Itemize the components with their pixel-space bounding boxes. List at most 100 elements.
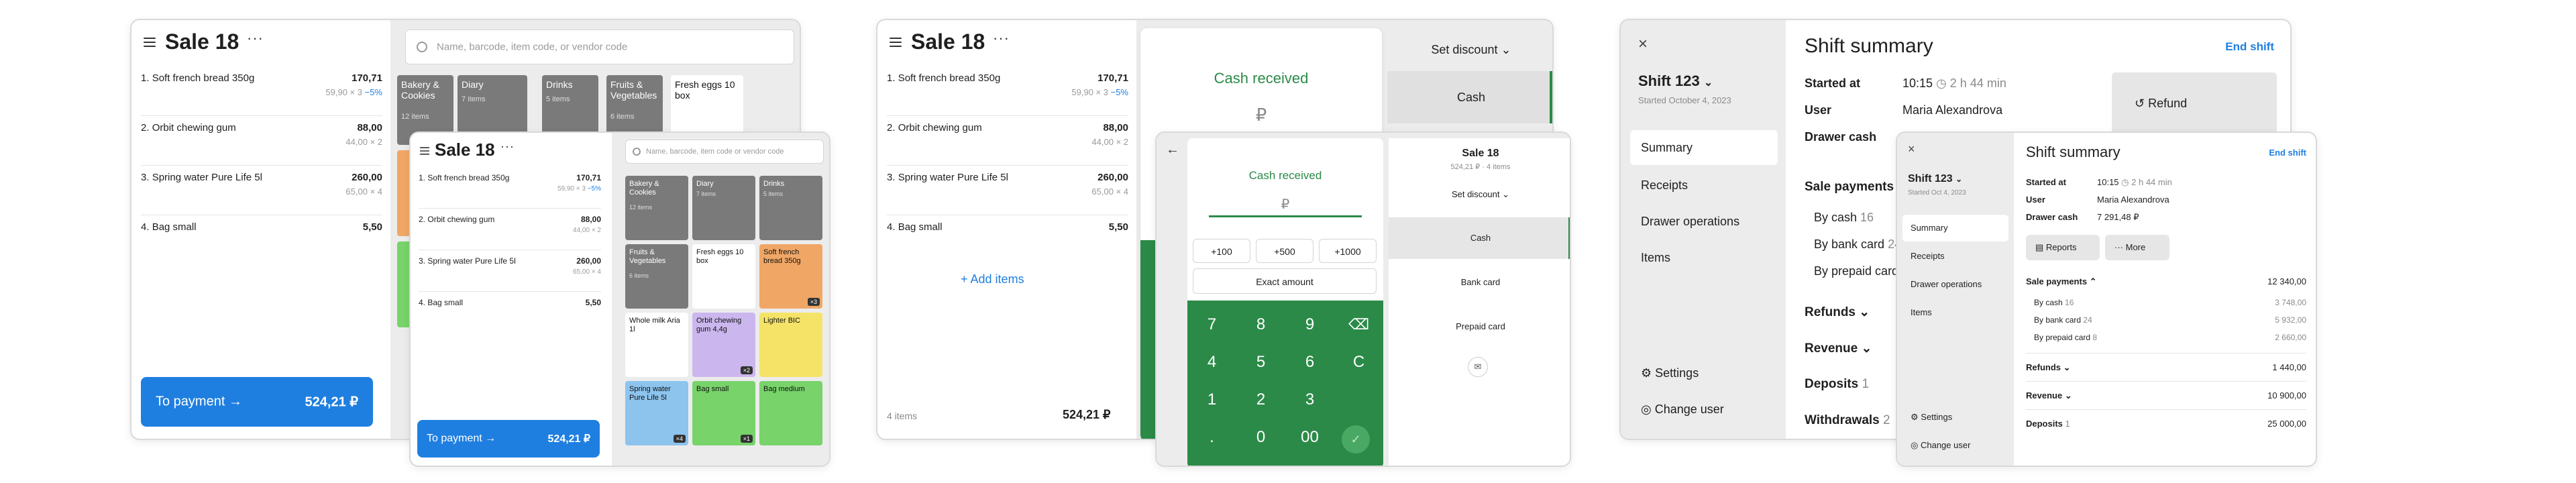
set-discount-button[interactable]: Set discount ⌄	[1387, 31, 1552, 68]
sale-line[interactable]: 1. Soft french bread 350g 170,71 59,90 ×…	[141, 72, 382, 113]
menu-icon[interactable]	[144, 38, 156, 47]
catalog-panel: Name, barcode, item code or vendor code …	[612, 133, 829, 466]
nav-items[interactable]: Items	[1911, 307, 1932, 317]
method-bank-card[interactable]: Bank card	[1389, 262, 1570, 303]
quick-add-100[interactable]: +100	[1193, 239, 1250, 263]
revenue-row[interactable]: Revenue ⌄	[2026, 390, 2072, 401]
set-discount-button[interactable]: Set discount ⌄	[1389, 189, 1570, 200]
sale-line[interactable]: 4. Bag small 5,50	[419, 298, 601, 318]
sale-line[interactable]: 3. Spring water Pure Life 5l 260,00 65,0…	[887, 172, 1128, 212]
sale-line[interactable]: 3. Spring water Pure Life 5l 260,00 65,0…	[419, 256, 601, 290]
chevron-down-icon: ⌄	[2063, 362, 2071, 372]
to-payment-button[interactable]: To payment → 524,21 ₽	[141, 377, 373, 427]
sale-line[interactable]: 2. Orbit chewing gum 88,00 44,00 × 2	[419, 215, 601, 248]
nav-items[interactable]: Items	[1641, 251, 1670, 265]
more-icon[interactable]: ···	[247, 30, 264, 47]
revenue-row[interactable]: Revenue ⌄	[1805, 341, 1872, 356]
end-shift-button[interactable]: End shift	[2269, 148, 2306, 158]
key-clear[interactable]: C	[1334, 345, 1383, 380]
sale-line[interactable]: 4. Bag small 5,50	[141, 221, 382, 248]
selected-indicator	[1568, 217, 1570, 259]
email-icon[interactable]: ✉	[1468, 357, 1488, 377]
tile-fruits[interactable]: Fruits & Vegetables 6 items	[625, 244, 688, 309]
method-cash[interactable]: Cash	[1387, 71, 1552, 123]
user-value: Maria Alexandrova	[2097, 195, 2169, 205]
confirm-check-icon[interactable]: ✓	[1342, 425, 1370, 453]
key-1[interactable]: 1	[1187, 382, 1236, 417]
tile-fresh-eggs[interactable]: Fresh eggs 10 box	[692, 244, 755, 309]
nav-summary[interactable]: Summary	[1911, 223, 1948, 233]
tile-spring-water[interactable]: Spring water Pure Life 5l ×4	[625, 381, 688, 445]
sale-line[interactable]: 1. Soft french bread 350g 170,71 59,90 ×…	[887, 72, 1128, 113]
menu-icon[interactable]	[419, 147, 430, 155]
to-payment-button[interactable]: To payment → 524,21 ₽	[417, 420, 600, 458]
nav-receipts[interactable]: Receipts	[1911, 251, 1945, 261]
close-icon[interactable]: ×	[1908, 142, 1915, 156]
refunds-row[interactable]: Refunds ⌄	[1805, 305, 1870, 320]
quick-add-500[interactable]: +500	[1256, 239, 1313, 263]
sale-line[interactable]: 3. Spring water Pure Life 5l 260,00 65,0…	[141, 172, 382, 212]
close-icon[interactable]: ×	[1638, 35, 1648, 54]
method-prepaid-card[interactable]: Prepaid card	[1389, 306, 1570, 347]
key-00[interactable]: 00	[1285, 420, 1334, 455]
tile-whole-milk[interactable]: Whole milk Aria 1l	[625, 313, 688, 377]
key-9[interactable]: 9	[1285, 307, 1334, 342]
shift-name[interactable]: Shift 123 ⌄	[1908, 173, 1962, 185]
key-0[interactable]: 0	[1236, 420, 1285, 455]
settings-link[interactable]: ⚙ Settings	[1911, 412, 1952, 423]
tile-french-bread[interactable]: Soft french bread 350g ×3	[759, 244, 822, 309]
nav-drawer-operations[interactable]: Drawer operations	[1911, 279, 1982, 289]
sale-line[interactable]: 2. Orbit chewing gum 88,00 44,00 × 2	[141, 122, 382, 162]
more-icon[interactable]: ···	[500, 140, 515, 154]
shift-name[interactable]: Shift 123 ⌄	[1638, 72, 1713, 90]
change-user-link[interactable]: ◎ Change user	[1641, 402, 1724, 417]
nav-summary[interactable]: Summary	[1641, 141, 1693, 155]
cash-input[interactable]: ₽	[1209, 191, 1362, 217]
tile-bag-medium[interactable]: Bag medium	[759, 381, 822, 445]
sale-payments-row[interactable]: Sale payments ⌃	[2026, 276, 2097, 287]
more-button[interactable]: ··· More	[2105, 235, 2169, 260]
chevron-down-icon: ⌄	[1859, 305, 1870, 319]
nav-receipts[interactable]: Receipts	[1641, 178, 1688, 193]
menu-icon[interactable]	[890, 38, 902, 47]
key-2[interactable]: 2	[1236, 382, 1285, 417]
tile-diary[interactable]: Diary 7 items	[692, 176, 755, 240]
refund-button[interactable]: ↺ Refund	[2112, 72, 2277, 136]
tile-bakery[interactable]: Bakery & Cookies 12 items	[625, 176, 688, 240]
key-5[interactable]: 5	[1236, 345, 1285, 380]
quick-add-1000[interactable]: +1000	[1319, 239, 1377, 263]
key-8[interactable]: 8	[1236, 307, 1285, 342]
tile-orbit-gum[interactable]: Orbit chewing gum 4,4g ×2	[692, 313, 755, 377]
sale-title: Sale 18	[165, 30, 239, 54]
change-user-link[interactable]: ◎ Change user	[1911, 440, 1970, 451]
method-cash[interactable]: Cash	[1389, 217, 1570, 259]
tile-lighter[interactable]: Lighter BIC	[759, 313, 822, 377]
key-3[interactable]: 3	[1285, 382, 1334, 417]
tile-drinks[interactable]: Drinks 5 items	[759, 176, 822, 240]
more-icon[interactable]: ···	[993, 30, 1010, 47]
shift-sidebar: × Shift 123 ⌄ Started Oct 4, 2023 Summar…	[1897, 133, 2014, 466]
tile-bag-small[interactable]: Bag small ×1	[692, 381, 755, 445]
settings-link[interactable]: ⚙ Settings	[1641, 366, 1699, 380]
back-icon[interactable]: ←	[1166, 142, 1179, 158]
nav-drawer-operations[interactable]: Drawer operations	[1641, 215, 1739, 229]
numeric-keypad: 7 8 9 ⌫ 4 5 6 C 1 2 3 . 0 00 ✓	[1187, 301, 1383, 466]
key-7[interactable]: 7	[1187, 307, 1236, 342]
deposits-row: Deposits 1	[1805, 377, 1870, 391]
sale-line[interactable]: 1. Soft french bread 350g 170,71 59,90 ×…	[419, 173, 601, 207]
key-6[interactable]: 6	[1285, 345, 1334, 380]
exact-amount-button[interactable]: Exact amount	[1193, 268, 1377, 294]
plus-icon: +	[961, 272, 968, 286]
sale-line[interactable]: 2. Orbit chewing gum 88,00 44,00 × 2	[887, 122, 1128, 162]
add-items-button[interactable]: + Add items	[961, 272, 1024, 286]
backspace-icon[interactable]: ⌫	[1334, 307, 1383, 342]
refunds-row[interactable]: Refunds ⌄	[2026, 362, 2071, 373]
search-input[interactable]: Name, barcode, item code, or vendor code	[405, 30, 794, 64]
key-dot[interactable]: .	[1187, 420, 1236, 455]
sale-line[interactable]: 4. Bag small 5,50	[887, 221, 1128, 248]
key-4[interactable]: 4	[1187, 345, 1236, 380]
end-shift-button[interactable]: End shift	[2225, 40, 2274, 54]
cash-input[interactable]: ₽	[1167, 98, 1355, 134]
search-input[interactable]: Name, barcode, item code or vendor code	[625, 140, 824, 164]
reports-button[interactable]: ▤ Reports	[2026, 235, 2100, 260]
